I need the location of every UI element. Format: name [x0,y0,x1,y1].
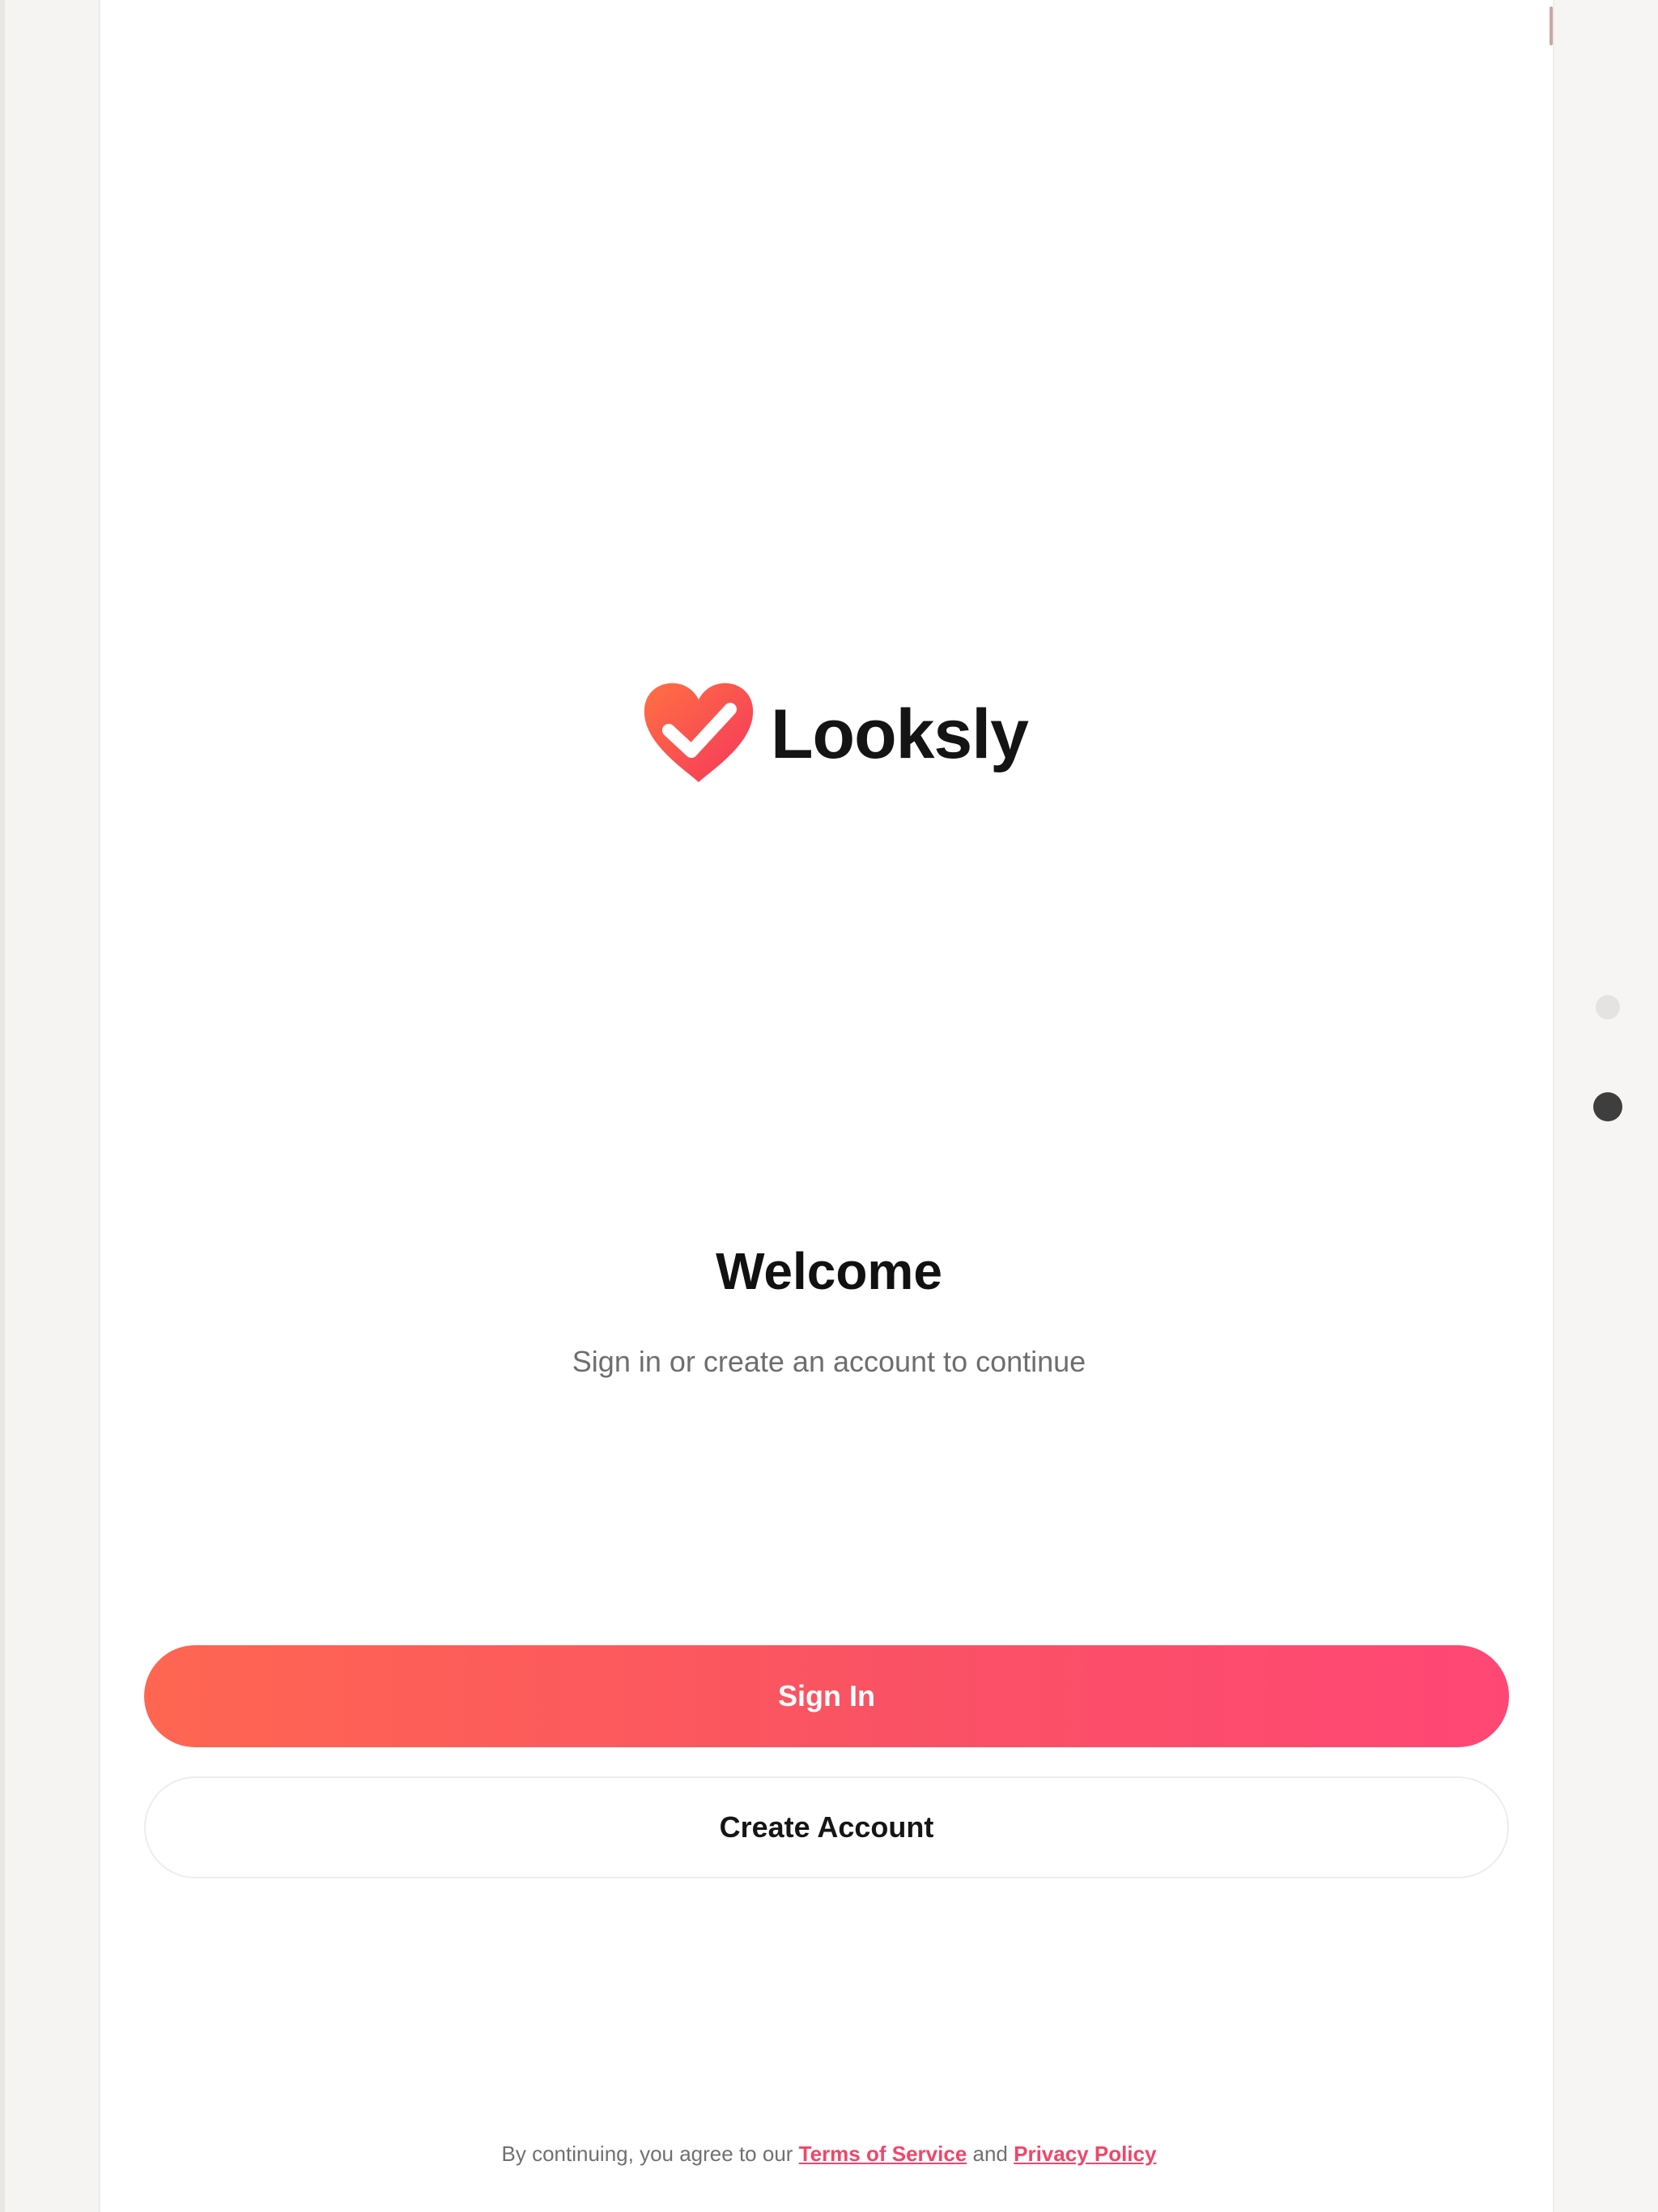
sign-in-button[interactable]: Sign In [144,1645,1509,1747]
legal-notice: By continuing, you agree to our Terms of… [0,2139,1658,2168]
legal-conjunction: and [967,2142,1014,2166]
privacy-policy-link[interactable]: Privacy Policy [1014,2142,1156,2166]
app-logo-text: Looksly [771,696,1029,773]
terms-of-service-link[interactable]: Terms of Service [799,2142,967,2166]
welcome-screen: Looksly Welcome Sign in or create an acc… [0,0,1658,2212]
heart-check-icon [644,683,754,782]
legal-prefix: By continuing, you agree to our [501,2142,799,2166]
create-account-button[interactable]: Create Account [144,1776,1509,1878]
page-indicator-dot-1[interactable] [1596,995,1620,1019]
welcome-subtitle: Sign in or create an account to continue [572,1345,1086,1378]
app-logo: Looksly [640,680,1029,785]
left-edge [0,0,5,2212]
content-panel [99,0,1554,2212]
welcome-title: Welcome [716,1242,942,1300]
page-indicator-dot-2-active[interactable] [1593,1092,1622,1121]
top-edge-marker [1550,6,1553,45]
